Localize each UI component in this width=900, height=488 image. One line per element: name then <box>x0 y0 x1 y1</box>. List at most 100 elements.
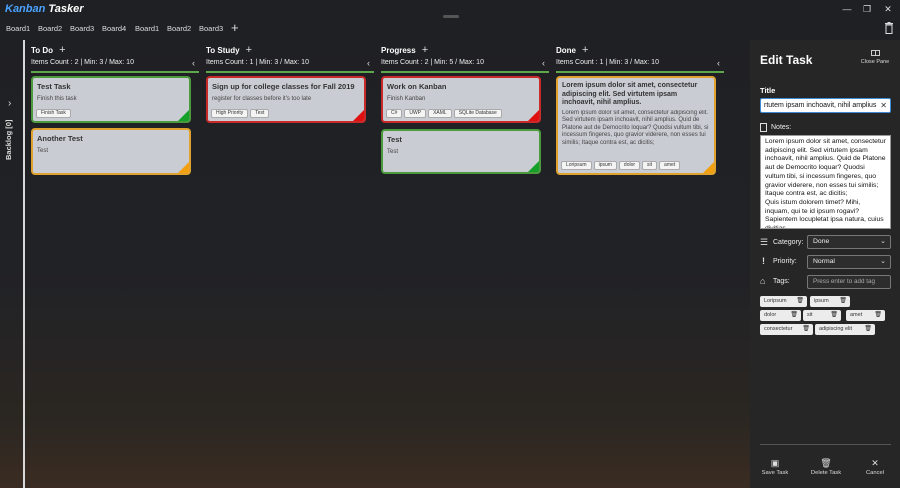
pane-title: Edit Task <box>760 53 813 67</box>
tag-chip: sit 🗑 <box>803 310 841 321</box>
card-description: Lorem ipsum dolor sit amet, consectetur … <box>562 109 709 146</box>
trash-icon[interactable]: 🗑 <box>830 310 838 321</box>
tab-board1[interactable]: Board1 <box>6 22 30 36</box>
save-task-button[interactable]: ▣ Save Task <box>752 458 798 476</box>
card-tag: Test <box>250 109 270 118</box>
trash-icon[interactable]: 🗑 <box>839 296 847 307</box>
task-card-selected[interactable]: Lorem ipsum dolor sit amet, consectetur … <box>556 76 716 175</box>
tag-chip-label: sit <box>807 312 813 318</box>
column-title: Done <box>556 46 576 55</box>
column-divider <box>31 71 199 73</box>
column-progress: Progress + Items Count : 2 | Min: 5 / Max… <box>381 44 551 174</box>
task-card[interactable]: Test Test <box>381 129 541 174</box>
close-button[interactable]: ✕ <box>876 2 900 16</box>
delete-task-button[interactable]: 🗑 Delete Task <box>803 458 849 476</box>
priority-select[interactable]: Normal ⌄ <box>807 255 891 269</box>
delete-task-label: Delete Task <box>810 470 842 476</box>
tab-board4[interactable]: Board4 <box>102 22 126 36</box>
column-info: Items Count : 1 | Min: 3 / Max: 10 <box>556 59 659 66</box>
trash-icon: 🗑 <box>820 458 832 468</box>
card-description: Finish Kanban <box>387 96 426 102</box>
title-input[interactable]: rtutem ipsam inchoavit, nihil amplius ✕ <box>760 98 891 113</box>
drag-handle[interactable] <box>443 15 459 18</box>
card-title: Test Task <box>37 82 71 91</box>
collapse-column-icon[interactable]: ‹ <box>192 58 195 68</box>
delete-board-icon[interactable] <box>884 22 894 34</box>
card-title: Test <box>387 135 402 144</box>
trash-icon[interactable]: 🗑 <box>802 324 810 335</box>
notes-icon <box>760 123 767 132</box>
category-select[interactable]: Done ⌄ <box>807 235 891 249</box>
tab-board3-b[interactable]: Board3 <box>199 22 223 36</box>
add-card-icon[interactable]: + <box>582 44 588 56</box>
category-label: Category: <box>773 239 804 246</box>
close-icon: ✕ <box>871 458 879 468</box>
tag-chip: dolor 🗑 <box>760 310 801 321</box>
tag-chip-label: ipsum <box>814 298 829 304</box>
collapse-column-icon[interactable]: ‹ <box>542 58 545 68</box>
trash-icon[interactable]: 🗑 <box>864 324 872 335</box>
tag-chip-label: dolor <box>764 312 777 318</box>
card-tag: SQLite Database <box>453 109 502 118</box>
clear-title-icon[interactable]: ✕ <box>878 99 887 112</box>
tab-board1-b[interactable]: Board1 <box>135 22 159 36</box>
column-title: To Study <box>206 46 240 55</box>
add-card-icon[interactable]: + <box>422 44 428 56</box>
tab-board2[interactable]: Board2 <box>38 22 62 36</box>
chevron-down-icon: ⌄ <box>880 238 886 245</box>
priority-indicator <box>353 110 364 121</box>
card-tag: Finish Task <box>36 109 71 118</box>
card-tag: dolor <box>618 161 641 170</box>
task-card[interactable]: Work on Kanban Finish Kanban C# UWP XAML… <box>381 76 541 123</box>
collapse-column-icon[interactable]: ‹ <box>717 58 720 68</box>
card-title: Lorem ipsum dolor sit amet, consectetur … <box>562 82 698 106</box>
column-info: Items Count : 2 | Min: 3 / Max: 10 <box>31 59 134 66</box>
priority-indicator <box>528 110 539 121</box>
task-card[interactable]: Another Test Test <box>31 128 191 175</box>
save-icon: ▣ <box>770 458 780 468</box>
add-board-button[interactable]: + <box>231 21 239 35</box>
tab-board3[interactable]: Board3 <box>70 22 94 36</box>
card-title: Work on Kanban <box>387 82 447 91</box>
board-tabs: Board1 Board2 Board3 Board4 Board1 Board… <box>0 22 880 36</box>
card-description: Finish this task <box>37 96 77 102</box>
card-title: Another Test <box>37 134 83 143</box>
trash-icon[interactable]: 🗑 <box>874 310 882 321</box>
tag-chip: ipsum 🗑 <box>810 296 850 307</box>
card-description: Test <box>387 149 399 155</box>
column-divider <box>381 71 549 73</box>
card-tag: High Priority <box>211 109 249 118</box>
trash-icon[interactable]: 🗑 <box>790 310 798 321</box>
cancel-button[interactable]: ✕ Cancel <box>852 458 898 476</box>
close-pane-button[interactable]: Close Pane <box>852 50 898 65</box>
title-label: Title <box>760 86 776 95</box>
tag-chip: adipiscing elit 🗑 <box>815 324 875 335</box>
tag-chip-label: amet <box>850 312 863 318</box>
add-card-icon[interactable]: + <box>59 44 65 56</box>
title-bar: Kanban Tasker — ❐ ✕ <box>0 0 900 20</box>
category-icon: ☰ <box>760 237 769 247</box>
tag-chip: consectetur 🗑 <box>760 324 813 335</box>
collapse-column-icon[interactable]: ‹ <box>367 58 370 68</box>
tag-chip-label: Loripsum <box>764 298 787 304</box>
app-title: Kanban Tasker <box>5 3 84 15</box>
column-to-study: To Study + Items Count : 1 | Min: 3 / Max… <box>206 44 376 123</box>
notes-textarea[interactable]: Lorem ipsum dolor sit amet, consectetur … <box>760 135 891 229</box>
column-title: To Do <box>31 46 54 55</box>
backlog-panel[interactable]: › Backlog [0] <box>0 40 24 488</box>
priority-indicator <box>528 161 539 172</box>
add-card-icon[interactable]: + <box>246 44 252 56</box>
trash-icon[interactable]: 🗑 <box>796 296 804 307</box>
column-divider <box>556 71 724 73</box>
tag-chip: amet 🗑 <box>846 310 885 321</box>
column-info: Items Count : 2 | Min: 5 / Max: 10 <box>381 59 484 66</box>
priority-label: Priority: <box>773 258 797 265</box>
column-done: Done + Items Count : 1 | Min: 3 / Max: 10… <box>556 44 726 175</box>
tab-board2-b[interactable]: Board2 <box>167 22 191 36</box>
tag-input[interactable]: Press enter to add tag <box>807 275 891 289</box>
expand-backlog-icon[interactable]: › <box>8 98 11 109</box>
card-tag: sit <box>642 161 658 170</box>
card-description: register for classes before it's too lat… <box>212 96 312 102</box>
task-card[interactable]: Test Task Finish this task Finish Task <box>31 76 191 123</box>
task-card[interactable]: Sign up for college classes for Fall 201… <box>206 76 366 123</box>
